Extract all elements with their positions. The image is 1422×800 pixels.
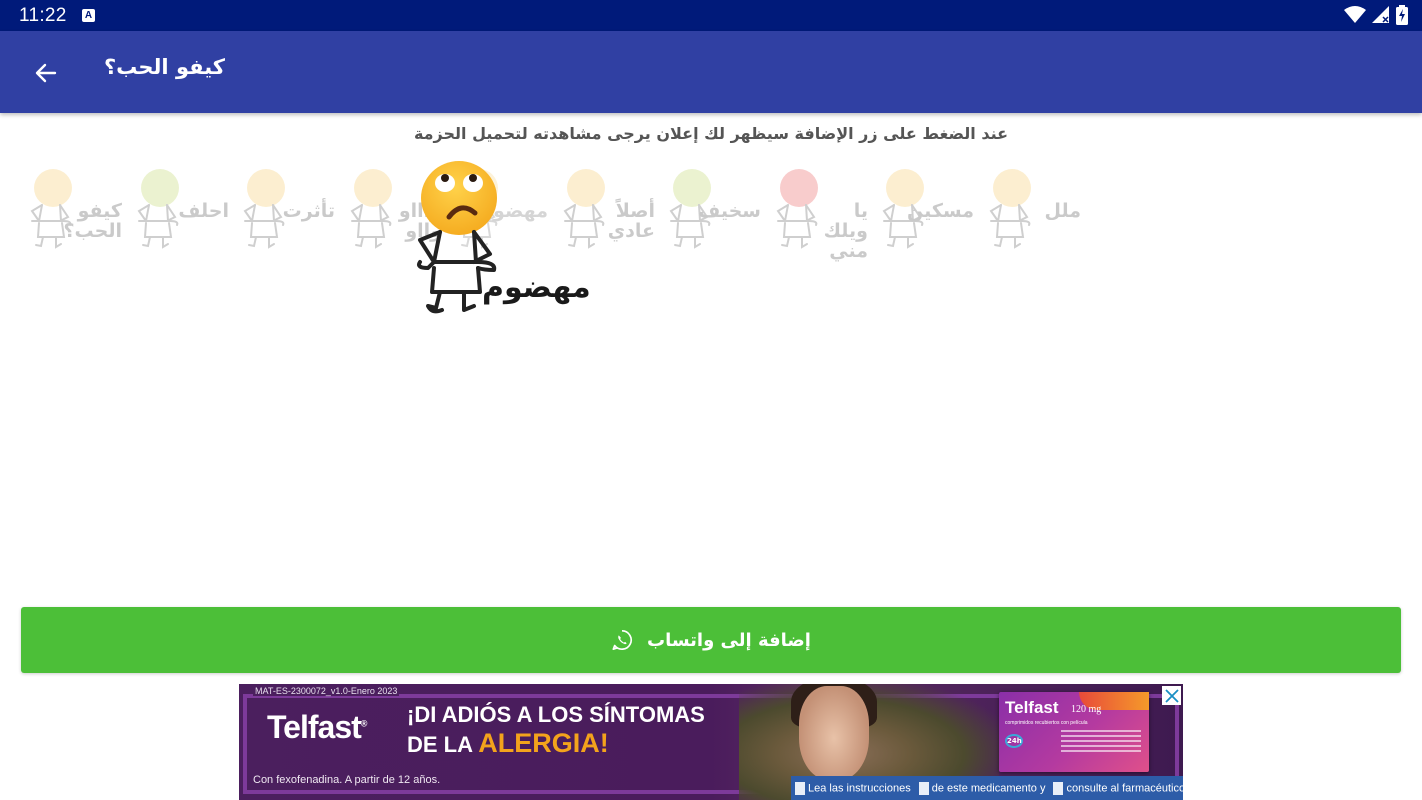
status-bar: 11:22 A — [0, 0, 1422, 31]
sticker-item[interactable]: مسكين — [880, 165, 976, 255]
stick-figure-body — [776, 204, 818, 249]
ad-disclaimer-item: consulte al farmacéutico — [1053, 781, 1183, 795]
ad-headline-line2: DE LA — [407, 732, 479, 757]
sticker-item[interactable]: احلف — [135, 165, 231, 255]
ad-pack-badge: 24h — [1005, 734, 1023, 748]
ad-subtext: Con fexofenadina. A partir de 12 años. — [253, 774, 441, 786]
sticker-label: تأثرت — [282, 200, 335, 222]
ad-product-pack: Telfast 120 mg comprimidos recubiertos c… — [999, 692, 1149, 772]
ad-disclaimer-item: Lea las instrucciones — [795, 781, 911, 795]
sticker-item[interactable]: ملل — [987, 165, 1083, 255]
ad-hint-text: عند الضغط على زر الإضافة سيظهر لك إعلان … — [413, 124, 1009, 143]
ad-headline-highlight: ALERGIA! — [478, 728, 609, 758]
shocked-face-icon — [141, 169, 179, 207]
ad-brand-logo: Telfast® — [267, 709, 367, 745]
page-title: كيفو الحب؟ — [104, 55, 226, 79]
status-icons — [1344, 5, 1408, 25]
ad-headline-line1: ¡DI ADIÓS A LOS SÍNTOMAS — [407, 702, 705, 727]
sticker-label: كيفو الحب؟ — [63, 200, 122, 242]
sticker-label: يا ويلك مني — [823, 200, 868, 262]
ad-disclaimer-bar: Lea las instrucciones de este medicament… — [791, 776, 1183, 800]
stick-figure-body — [350, 204, 392, 249]
pharmacist-icon — [1053, 781, 1064, 795]
cellular-no-signal-icon — [1372, 6, 1389, 23]
a-notification-icon: A — [82, 9, 95, 22]
sticker-label: ملل — [1044, 200, 1081, 222]
close-icon — [1164, 688, 1179, 703]
ad-disclaimer-item: de este medicamento y — [918, 781, 1045, 795]
eye-roll-face-icon — [421, 161, 497, 235]
flask-icon — [918, 781, 929, 795]
sticker-item[interactable]: كيفو الحب؟ — [28, 165, 124, 255]
ad-pack-desc: comprimidos recubiertos con película — [1005, 720, 1088, 726]
ad-code: MAT-ES-2300072_v1.0-Enero 2023 — [253, 686, 400, 696]
wifi-icon — [1344, 6, 1366, 23]
ad-pack-dose: 120 mg — [1071, 704, 1102, 715]
whatsapp-icon — [612, 630, 632, 650]
sticker-label: سخيف — [698, 200, 761, 222]
selected-sticker-preview[interactable]: مهضوم — [412, 158, 591, 318]
sticker-item[interactable]: يا ويلك مني — [774, 165, 870, 261]
add-to-whatsapp-label: إضافة إلى واتساب — [647, 629, 811, 651]
smile-face-icon — [354, 169, 392, 207]
sticker-item[interactable]: تأثرت — [241, 165, 337, 255]
ad-headline: ¡DI ADIÓS A LOS SÍNTOMAS DE LA ALERGIA! — [407, 700, 705, 759]
selected-sticker-label: مهضوم — [482, 270, 591, 305]
stick-figure-body — [989, 204, 1031, 249]
sticker-label: احلف — [178, 200, 229, 222]
ad-pack-text-lines — [1061, 730, 1141, 755]
battery-charging-icon — [1396, 5, 1408, 25]
arrow-back-icon — [35, 63, 57, 83]
crying-face-icon — [247, 169, 285, 207]
ad-close-button[interactable] — [1162, 686, 1181, 705]
leaflet-icon — [795, 781, 805, 795]
add-to-whatsapp-button[interactable]: إضافة إلى واتساب — [21, 607, 1401, 673]
ad-pack-name: Telfast — [1005, 698, 1059, 717]
sticker-label: أصلاً عادي — [607, 200, 655, 242]
ad-brand-name: Telfast — [267, 709, 362, 745]
sticker-label: مسكين — [906, 200, 974, 222]
ad-photo-face — [799, 686, 869, 781]
devil-face-icon — [780, 169, 818, 207]
app-bar: كيفو الحب؟ — [0, 31, 1422, 113]
ad-banner[interactable]: MAT-ES-2300072_v1.0-Enero 2023 Telfast® … — [239, 684, 1183, 800]
status-time: 11:22 — [19, 5, 67, 26]
sticker-item[interactable]: سخيف — [667, 165, 763, 255]
back-button[interactable] — [26, 53, 66, 93]
sad-face-icon — [993, 169, 1031, 207]
